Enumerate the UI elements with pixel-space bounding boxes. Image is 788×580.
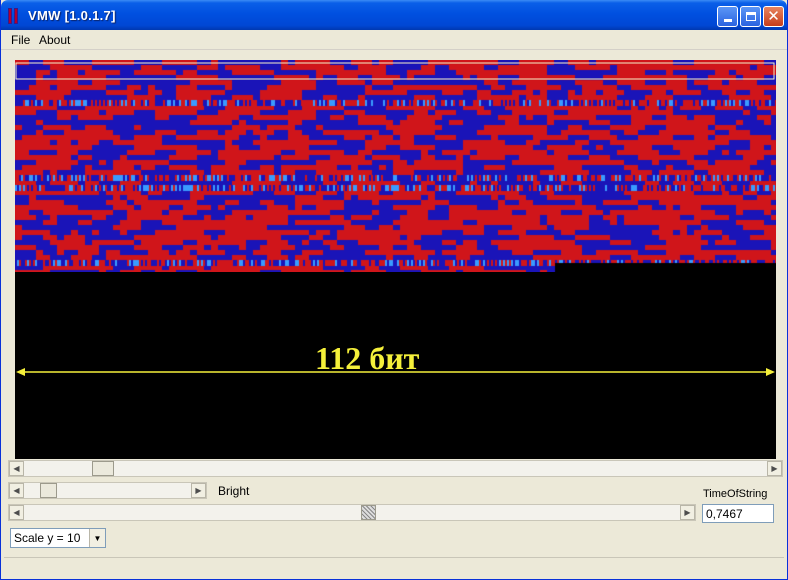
app-icon [8,8,24,24]
arrow-left-icon[interactable]: ◀ [9,483,24,498]
arrow-right-icon[interactable]: ▶ [680,505,695,520]
arrow-left-icon[interactable]: ◀ [9,505,24,520]
width-indicator [15,62,775,376]
scroll-thumb[interactable] [92,461,114,476]
scale-y-value: Scale y = 10 [14,531,81,545]
time-of-string-label: TimeOfString [703,488,768,500]
bit-count-label: 112 бит [315,340,420,376]
selected-row-frame [15,62,775,80]
dropdown-arrow-icon[interactable]: ▼ [89,529,105,547]
close-icon: ✕ [767,8,780,25]
horizontal-scrollbar[interactable]: ◀ ▶ [8,460,783,477]
maximize-button[interactable] [740,6,761,27]
menu-about[interactable]: About [39,33,70,47]
time-of-string-input[interactable]: 0,7467 [702,504,774,523]
scale-y-select[interactable]: Scale y = 10 ▼ [10,528,106,548]
bright-thumb[interactable] [40,483,57,498]
app-window: VMW [1.0.1.7] ✕ File About 112 бит ◀ ▶ ◀… [0,0,788,580]
bright-slider[interactable]: ◀ ▶ [8,482,207,499]
time-thumb[interactable] [361,505,376,520]
title-bar[interactable]: VMW [1.0.1.7] ✕ [1,0,787,30]
arrow-left-icon[interactable]: ◀ [9,461,24,476]
window-title: VMW [1.0.1.7] [28,8,116,23]
bit-visualization-panel[interactable]: 112 бит [15,60,776,459]
time-of-string-slider[interactable]: ◀ ▶ [8,504,696,521]
arrow-right-icon[interactable]: ▶ [191,483,206,498]
close-button[interactable]: ✕ [763,6,784,27]
bright-label: Bright [218,484,250,498]
status-bar [4,557,784,577]
arrow-right-icon[interactable]: ▶ [767,461,782,476]
arrow-head-right [766,368,775,376]
maximize-icon [745,12,756,21]
minimize-icon [723,19,732,22]
menu-file[interactable]: File [11,33,30,47]
minimize-button[interactable] [717,6,738,27]
menu-bar: File About [1,30,787,50]
arrow-head-left [16,368,25,376]
